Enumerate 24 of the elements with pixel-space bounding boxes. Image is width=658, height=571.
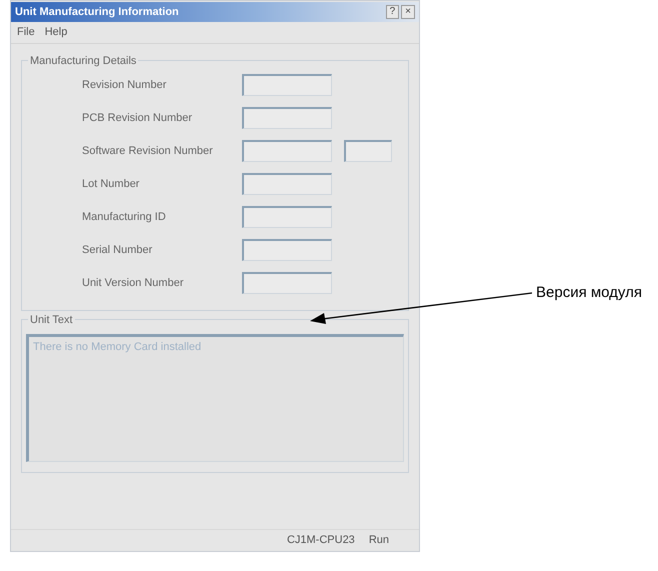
status-text: Run	[368, 532, 389, 548]
input-field[interactable]	[242, 173, 332, 195]
input-field[interactable]	[242, 74, 332, 96]
input-field[interactable]	[344, 140, 392, 162]
field-label: Revision Number	[81, 78, 168, 93]
annotation-label: Версия модуля	[536, 283, 642, 303]
field-label: PCB Revision Number	[81, 110, 194, 126]
status-text: CJ1M-CPU23	[286, 532, 355, 548]
input-field[interactable]	[242, 140, 332, 162]
input-field[interactable]	[242, 272, 332, 294]
window-title: Unit Manufacturing Information	[15, 4, 180, 20]
arrow-icon	[310, 291, 532, 325]
menu-item[interactable]: File	[17, 24, 35, 40]
input-field[interactable]	[242, 206, 332, 228]
field-label: Software Revision Number	[81, 144, 214, 159]
input-field[interactable]	[242, 239, 332, 261]
field-label: Lot Number	[81, 176, 140, 192]
close-button[interactable]: ×	[401, 5, 415, 19]
input-field[interactable]	[242, 107, 332, 129]
help-button[interactable]: ?	[386, 5, 400, 19]
menu-item[interactable]: Help	[44, 24, 68, 40]
field-label: Unit Version Number	[81, 276, 184, 291]
field-label: Serial Number	[81, 242, 154, 258]
field-label: Manufacturing ID	[81, 210, 167, 225]
